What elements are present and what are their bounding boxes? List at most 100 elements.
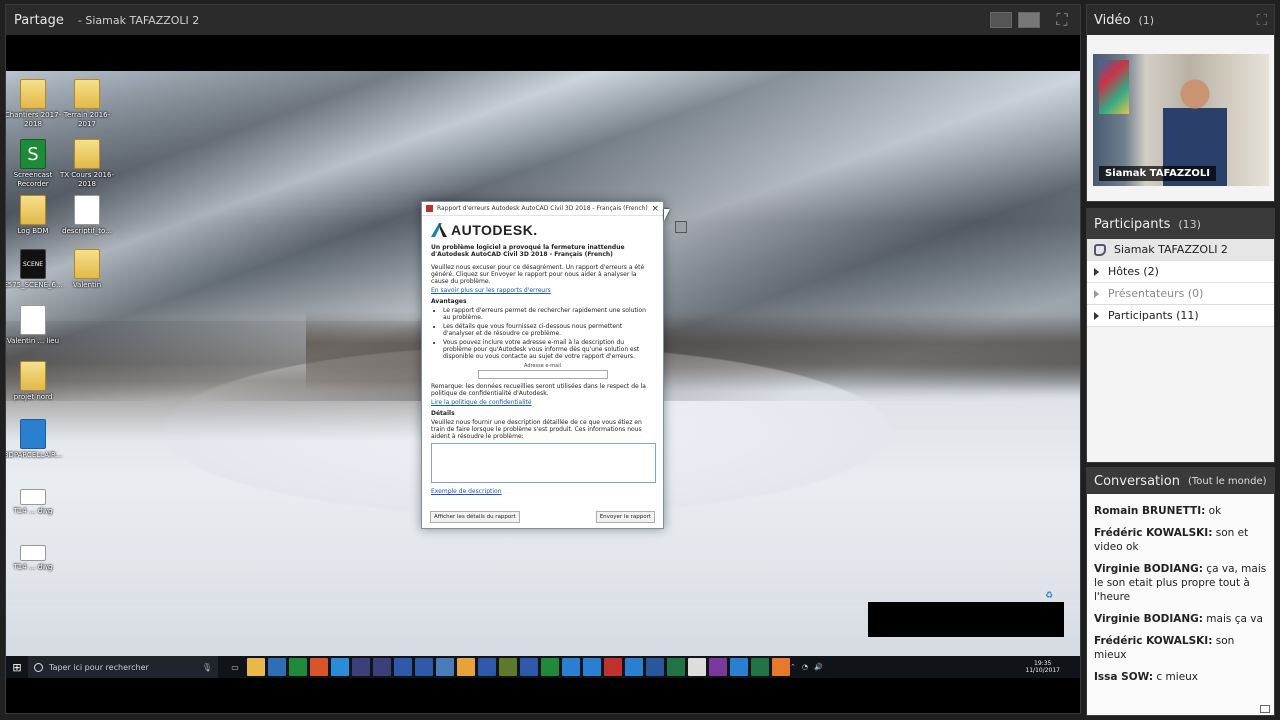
- chrome-icon[interactable]: [331, 658, 349, 676]
- app-icon[interactable]: [394, 658, 412, 676]
- desktop-icon[interactable]: TX Cours 2016-2018: [56, 139, 118, 189]
- microphone-icon[interactable]: 🎙: [202, 663, 212, 672]
- show-details-button[interactable]: Afficher les détails du rapport: [430, 511, 520, 523]
- app-icon[interactable]: [541, 658, 559, 676]
- group-hosts[interactable]: Hôtes (2): [1087, 261, 1274, 283]
- app-icon[interactable]: [436, 658, 454, 676]
- chat-message: Romain BRUNETTI: ok: [1094, 504, 1267, 518]
- desktop-icon[interactable]: Terrain 2016-2017: [56, 79, 118, 129]
- layout-large-button[interactable]: [1018, 12, 1040, 28]
- group-participants[interactable]: Participants (11): [1087, 305, 1274, 327]
- brand-name: AUTODESK.: [451, 222, 538, 238]
- firefox-icon[interactable]: [310, 658, 328, 676]
- participant-self-name: Siamak TAFAZZOLI 2: [1114, 243, 1228, 256]
- desktop-icon[interactable]: T14 ... dwg: [6, 489, 64, 516]
- desktop-icon[interactable]: projet nord: [6, 361, 64, 402]
- chat-message: Virginie BODIANG: mais ça va: [1094, 612, 1267, 626]
- desktop-icon[interactable]: BDPARCELLAIR...: [6, 419, 64, 460]
- app-icon[interactable]: [562, 658, 580, 676]
- group-label: Hôtes (2): [1108, 265, 1159, 278]
- advantage-item: Vous pouvez inclure votre adresse e-mail…: [443, 339, 654, 360]
- chat-text: ok: [1205, 505, 1222, 517]
- app-icon[interactable]: [499, 658, 517, 676]
- privacy-link[interactable]: Lire la politique de confidentialité: [431, 399, 654, 406]
- advantages-list: Le rapport d'erreurs permet de recherche…: [431, 307, 654, 360]
- video-header: Vidéo (1) ⛶: [1087, 5, 1274, 35]
- phone-icon: [1094, 243, 1106, 256]
- excel-icon[interactable]: [667, 658, 685, 676]
- learn-more-link[interactable]: En savoir plus sur les rapports d'erreur…: [431, 287, 654, 294]
- app-icon[interactable]: [415, 658, 433, 676]
- dialog-intro: Veuillez nous excuser pour ce désagrémen…: [431, 264, 645, 285]
- chat-scope[interactable]: (Tout le monde): [1188, 476, 1267, 487]
- app-icon[interactable]: [520, 658, 538, 676]
- skype-icon[interactable]: [625, 658, 643, 676]
- details-textarea[interactable]: [431, 443, 656, 483]
- fullscreen-icon[interactable]: ⛶: [1052, 10, 1072, 30]
- app-icon[interactable]: [457, 658, 475, 676]
- participants-count: (13): [1178, 217, 1201, 231]
- app-icon[interactable]: [583, 658, 601, 676]
- group-presenters[interactable]: Présentateurs (0): [1087, 283, 1274, 305]
- webcam-feed[interactable]: Siamak TAFAZZOLI: [1093, 54, 1269, 186]
- folder-icon: [20, 195, 46, 225]
- participants-panel: Participants (13) Siamak TAFAZZOLI 2 Hôt…: [1086, 208, 1275, 463]
- participant-self[interactable]: Siamak TAFAZZOLI 2: [1087, 239, 1274, 261]
- example-link[interactable]: Exemple de description: [431, 488, 654, 495]
- desktop-icon[interactable]: Valentin ... lieu: [6, 305, 64, 346]
- layout-small-button[interactable]: [990, 12, 1012, 28]
- word-icon[interactable]: [646, 658, 664, 676]
- expand-icon: [1094, 311, 1099, 320]
- send-report-button[interactable]: Envoyer le rapport: [595, 511, 655, 523]
- app-icon[interactable]: [478, 658, 496, 676]
- details-instructions: Veuillez nous fournir une description dé…: [431, 419, 642, 440]
- shared-desktop: Chantiers 2017-2018 Terrain 2016-2017 S …: [6, 71, 1080, 656]
- chat-author: Frédéric KOWALSKI:: [1094, 527, 1213, 539]
- system-tray: ⌃ ◔ 🔊: [790, 663, 831, 671]
- folder-icon: [20, 79, 46, 109]
- email-input[interactable]: [477, 370, 608, 379]
- taskbar-clock[interactable]: 19:35 11/10/2017: [1025, 660, 1080, 674]
- chat-message: Issa SOW: c mieux: [1094, 670, 1267, 684]
- onenote-icon[interactable]: [709, 658, 727, 676]
- advantages-title: Avantages: [431, 298, 467, 305]
- file-explorer-icon[interactable]: [247, 658, 265, 676]
- chat-messages: Romain BRUNETTI: ok Frédéric KOWALSKI: s…: [1087, 494, 1274, 684]
- network-icon[interactable]: ◔: [802, 663, 808, 671]
- app-icon[interactable]: [604, 658, 622, 676]
- chat-message: Frédéric KOWALSKI: son mieux: [1094, 634, 1267, 662]
- app-icon[interactable]: [268, 658, 286, 676]
- fullscreen-icon[interactable]: ⛶: [1256, 11, 1267, 29]
- close-icon[interactable]: ×: [651, 204, 659, 214]
- app-icon[interactable]: [373, 658, 391, 676]
- app-icon[interactable]: [751, 658, 769, 676]
- resize-grip-icon[interactable]: [1260, 705, 1270, 713]
- app-icon[interactable]: [352, 658, 370, 676]
- volume-icon[interactable]: 🔊: [814, 663, 823, 671]
- dialog-titlebar[interactable]: Rapport d'erreurs Autodesk AutoCAD Civil…: [422, 202, 663, 216]
- dwg-file-icon: [20, 545, 46, 561]
- dialog-heading: Un problème logiciel a provoqué la ferme…: [431, 244, 625, 258]
- folder-icon: [20, 361, 46, 391]
- clock-time: 19:35: [1034, 660, 1052, 667]
- advantage-item: Le rapport d'erreurs permet de recherche…: [443, 307, 654, 321]
- app-icon[interactable]: [730, 658, 748, 676]
- advantage-item: Les détails que vous fournissez ci-desso…: [443, 323, 654, 337]
- desktop-icon[interactable]: descriptif_to...: [56, 195, 118, 236]
- taskbar-search[interactable]: Taper ici pour rechercher 🎙: [28, 656, 218, 678]
- app-icon[interactable]: [289, 658, 307, 676]
- desktop-icon[interactable]: T14 ... dwg: [6, 545, 64, 572]
- redacted-area: [868, 602, 1064, 637]
- task-view-icon[interactable]: ▭: [226, 658, 244, 676]
- video-participant-name: Siamak TAFAZZOLI: [1099, 166, 1216, 181]
- windows-start-icon[interactable]: ⊞: [6, 661, 28, 674]
- chat-author: Frédéric KOWALSKI:: [1094, 635, 1213, 647]
- app-icon[interactable]: [772, 658, 790, 676]
- desktop-icon[interactable]: Valentin: [56, 249, 118, 290]
- chat-title: Conversation: [1094, 473, 1180, 489]
- app-icon[interactable]: [688, 658, 706, 676]
- dialog-footer: Afficher les détails du rapport Envoyer …: [422, 506, 663, 528]
- chevron-up-icon[interactable]: ⌃: [790, 663, 796, 671]
- chat-author: Romain BRUNETTI:: [1094, 505, 1206, 517]
- group-label: Présentateurs (0): [1108, 287, 1204, 300]
